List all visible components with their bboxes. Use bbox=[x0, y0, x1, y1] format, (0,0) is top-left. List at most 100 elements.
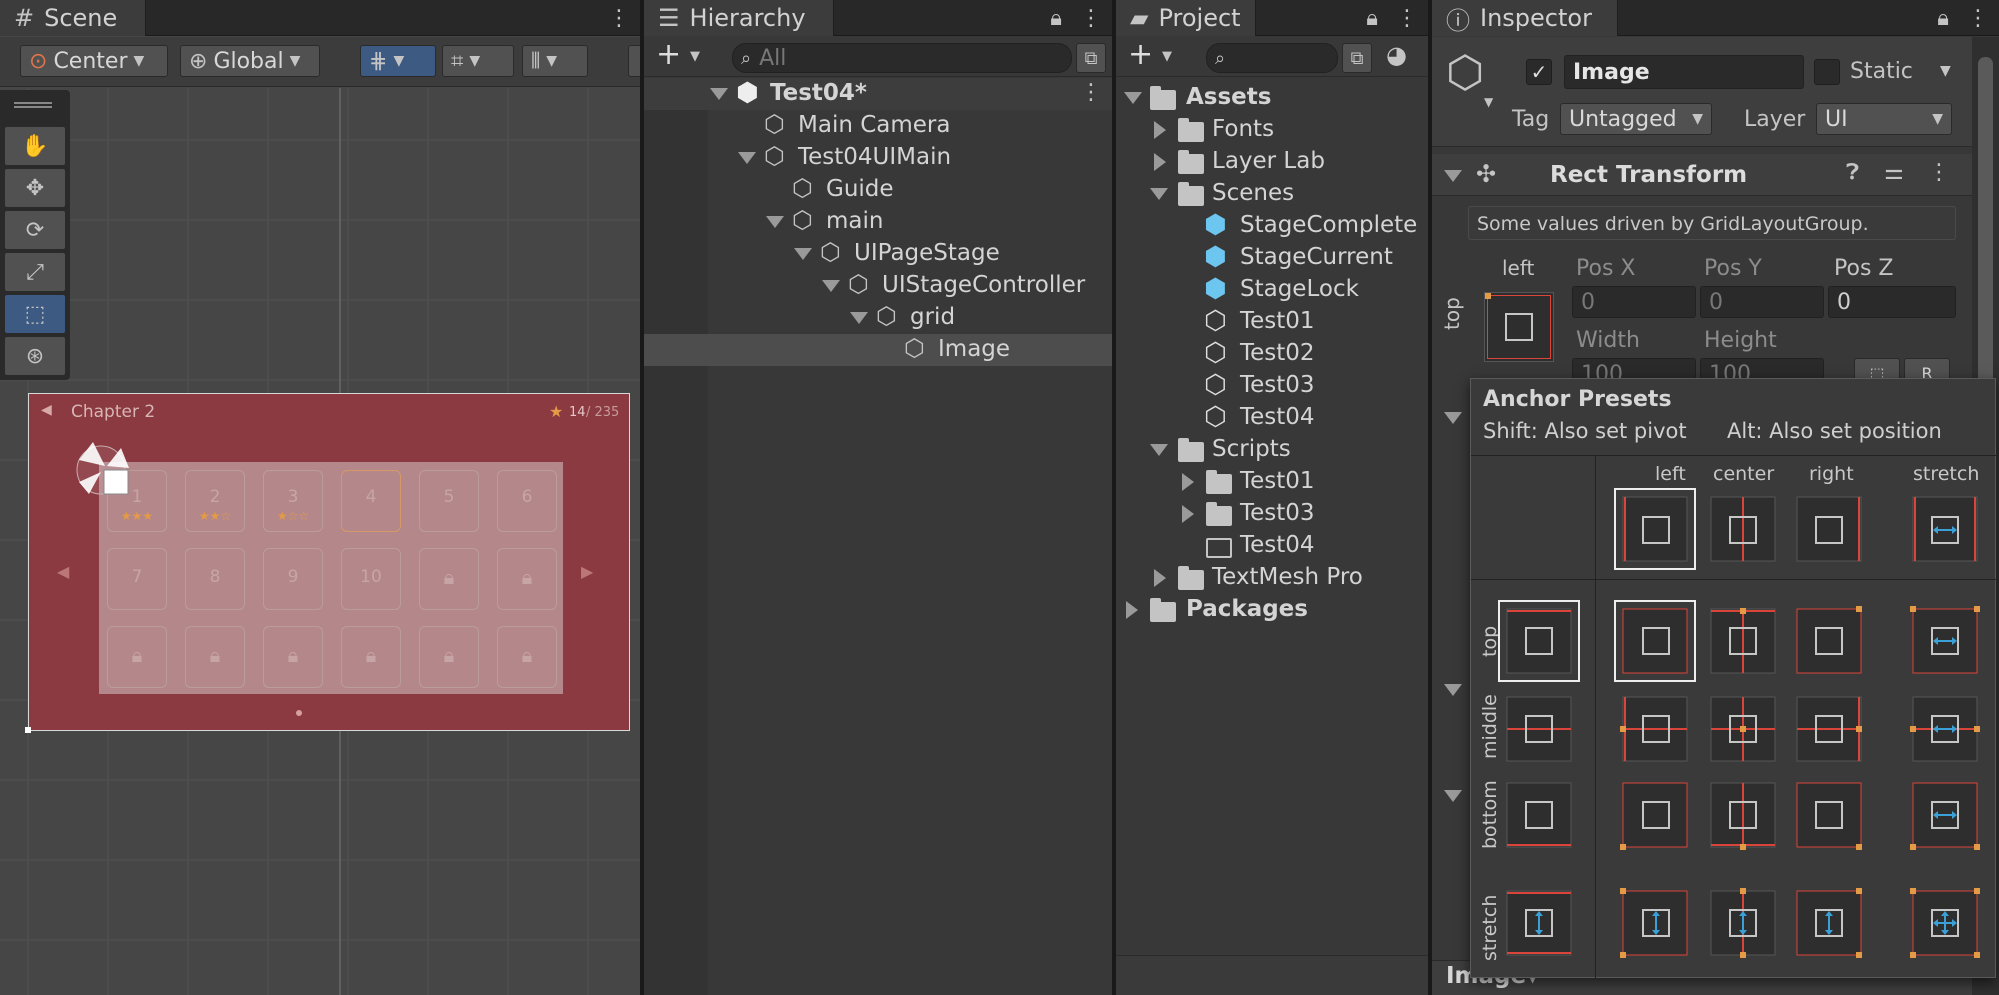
collapse-arrow-icon[interactable] bbox=[1182, 505, 1194, 523]
project-row-textmesh-pro[interactable]: TextMesh Pro bbox=[1116, 562, 1428, 594]
active-checkbox[interactable]: ✓ bbox=[1526, 59, 1552, 85]
project-row-test03-scene[interactable]: ⬡ Test03 bbox=[1116, 370, 1428, 402]
hierarchy-row-uipagestage[interactable]: ⬡ UIPageStage bbox=[644, 238, 1112, 270]
rect-tool-button[interactable]: ⬚ bbox=[4, 294, 66, 334]
more-toolbar-button[interactable] bbox=[628, 45, 640, 77]
search-mode-button[interactable]: ⧉ bbox=[1076, 43, 1106, 73]
add-icon[interactable]: + bbox=[1128, 37, 1153, 72]
project-row-scripts-test03[interactable]: Test03 bbox=[1116, 498, 1428, 530]
collapse-arrow-icon[interactable] bbox=[1154, 121, 1166, 139]
increment-snap-button[interactable]: ⌗ ▼ bbox=[442, 45, 514, 77]
expand-arrow-icon[interactable] bbox=[1444, 170, 1462, 182]
page-right-arrow-icon[interactable]: ▶ bbox=[581, 562, 593, 581]
level-cell-locked[interactable]: 🔒︎ bbox=[263, 626, 323, 688]
hierarchy-row-main[interactable]: ⬡ main bbox=[644, 206, 1112, 238]
preset-top-right[interactable] bbox=[1796, 606, 1862, 674]
chevron-down-icon[interactable]: ▼ bbox=[1484, 95, 1493, 109]
preset-stretch-stretch[interactable] bbox=[1910, 888, 1980, 958]
preset-v-stretch[interactable] bbox=[1506, 890, 1572, 956]
level-cell[interactable]: 5 bbox=[419, 470, 479, 532]
search-mode-button[interactable]: ⧉ bbox=[1342, 43, 1372, 73]
preset-middle-right[interactable] bbox=[1796, 696, 1862, 762]
expand-arrow-icon[interactable] bbox=[738, 152, 756, 164]
project-row-packages[interactable]: Packages bbox=[1116, 594, 1428, 626]
project-row-stagecomplete[interactable]: ⬢ StageComplete bbox=[1116, 210, 1428, 242]
expand-arrow-icon[interactable] bbox=[1124, 92, 1142, 104]
help-icon[interactable]: ❓︎ bbox=[1846, 160, 1859, 185]
level-cell-locked[interactable]: 🔒︎ bbox=[107, 626, 167, 688]
hierarchy-row-uistagecontroller[interactable]: ⬡ UIStageController bbox=[644, 270, 1112, 302]
page-left-arrow-icon[interactable]: ◀ bbox=[57, 562, 69, 581]
level-cell-locked[interactable]: 🔒︎ bbox=[497, 626, 557, 688]
preset-bottom-left[interactable] bbox=[1620, 782, 1688, 850]
canvas-corner-handle[interactable] bbox=[25, 727, 31, 733]
level-cell-locked[interactable]: 🔒︎ bbox=[419, 548, 479, 610]
project-row-test01-scene[interactable]: ⬡ Test01 bbox=[1116, 306, 1428, 338]
tab-scene[interactable]: # Scene bbox=[0, 0, 146, 36]
collapse-arrow-icon[interactable] bbox=[1154, 153, 1166, 171]
preset-v-middle[interactable] bbox=[1506, 696, 1572, 762]
project-row-layer-lab[interactable]: Layer Lab bbox=[1116, 146, 1428, 178]
filter-by-type-icon[interactable]: ◕ bbox=[1386, 41, 1407, 69]
back-arrow-icon[interactable]: ◀ bbox=[41, 402, 52, 418]
project-row-fonts[interactable]: Fonts bbox=[1116, 114, 1428, 146]
level-cell[interactable]: 6 bbox=[497, 470, 557, 532]
game-canvas[interactable]: ◀ Chapter 2 ★ 14 / 235 1 ★★★ 2 ★★☆ 3 ★☆☆ 4 … bbox=[28, 393, 630, 731]
kebab-menu-icon[interactable]: ⋮ bbox=[1080, 80, 1102, 105]
level-cell-locked[interactable]: 🔒︎ bbox=[185, 626, 245, 688]
object-name-field[interactable]: Image bbox=[1564, 55, 1804, 89]
preset-bottom-right[interactable] bbox=[1796, 782, 1862, 850]
hand-tool-button[interactable]: ✋ bbox=[4, 126, 66, 166]
lock-icon[interactable]: 🔒︎ bbox=[1050, 6, 1062, 31]
preset-h-right[interactable] bbox=[1796, 496, 1862, 562]
collapse-arrow-icon[interactable] bbox=[1182, 473, 1194, 491]
level-cell[interactable]: 10 bbox=[341, 548, 401, 610]
kebab-menu-icon[interactable]: ⋮ bbox=[1967, 6, 1989, 31]
project-row-assets[interactable]: Assets bbox=[1116, 82, 1428, 114]
project-row-scripts[interactable]: Scripts bbox=[1116, 434, 1428, 466]
collapse-arrow-icon[interactable] bbox=[1126, 601, 1138, 619]
kebab-menu-icon[interactable]: ⋮ bbox=[1928, 160, 1950, 185]
layer-dropdown[interactable]: UI ▼ bbox=[1816, 103, 1952, 135]
tab-project[interactable]: ▰ Project bbox=[1116, 0, 1256, 36]
preset-v-top[interactable] bbox=[1498, 600, 1580, 682]
expand-arrow-icon[interactable] bbox=[1444, 412, 1462, 424]
chevron-down-icon[interactable]: ▼ bbox=[1940, 63, 1951, 79]
anchor-gizmo-icon[interactable] bbox=[71, 438, 131, 498]
rotate-tool-button[interactable]: ⟳ bbox=[4, 210, 66, 250]
expand-arrow-icon[interactable] bbox=[794, 248, 812, 260]
hierarchy-row-test04uimain[interactable]: ⬡ Test04UIMain bbox=[644, 142, 1112, 174]
level-cell-locked[interactable]: 🔒︎ bbox=[341, 626, 401, 688]
tab-hierarchy[interactable]: ☰ Hierarchy bbox=[644, 0, 834, 36]
anchor-preset-button[interactable] bbox=[1484, 292, 1554, 362]
expand-arrow-icon[interactable] bbox=[822, 280, 840, 292]
project-row-scenes[interactable]: Scenes bbox=[1116, 178, 1428, 210]
expand-arrow-icon[interactable] bbox=[850, 312, 868, 324]
lock-icon[interactable]: 🔒︎ bbox=[1366, 6, 1378, 31]
level-cell[interactable]: 4 bbox=[341, 470, 401, 532]
expand-arrow-icon[interactable] bbox=[1150, 188, 1168, 200]
hierarchy-row-guide[interactable]: ⬡ Guide bbox=[644, 174, 1112, 206]
hierarchy-row-test04[interactable]: ⬢ Test04* ⋮ bbox=[644, 78, 1112, 110]
hierarchy-row-grid[interactable]: ⬡ grid bbox=[644, 302, 1112, 334]
static-checkbox[interactable] bbox=[1814, 59, 1840, 85]
move-tool-button[interactable]: ✥ bbox=[4, 168, 66, 208]
palette-grip[interactable] bbox=[14, 102, 52, 108]
project-row-scripts-test01[interactable]: Test01 bbox=[1116, 466, 1428, 498]
hierarchy-row-image-selected[interactable]: ⬡ Image bbox=[644, 334, 1112, 366]
kebab-menu-icon[interactable]: ⋮ bbox=[1080, 6, 1102, 31]
project-row-stagelock[interactable]: ⬢ StageLock bbox=[1116, 274, 1428, 306]
preset-h-left[interactable] bbox=[1614, 488, 1696, 570]
level-cell[interactable]: 7 bbox=[107, 548, 167, 610]
preset-top-stretch[interactable] bbox=[1910, 606, 1980, 674]
preset-h-stretch[interactable] bbox=[1912, 496, 1978, 562]
transform-tool-button[interactable]: ⊛ bbox=[4, 336, 66, 376]
tab-inspector[interactable]: ⓘ Inspector bbox=[1432, 0, 1618, 36]
tag-dropdown[interactable]: Untagged ▼ bbox=[1560, 103, 1712, 135]
level-cell[interactable]: 9 bbox=[263, 548, 323, 610]
project-search-input[interactable]: ⌕ bbox=[1206, 43, 1338, 73]
expand-arrow-icon[interactable] bbox=[766, 216, 784, 228]
chevron-down-icon[interactable]: ▼ bbox=[690, 49, 700, 64]
preset-stretch-left[interactable] bbox=[1620, 888, 1688, 958]
grid-snap-button[interactable]: ⋕ ▼ bbox=[360, 45, 436, 77]
